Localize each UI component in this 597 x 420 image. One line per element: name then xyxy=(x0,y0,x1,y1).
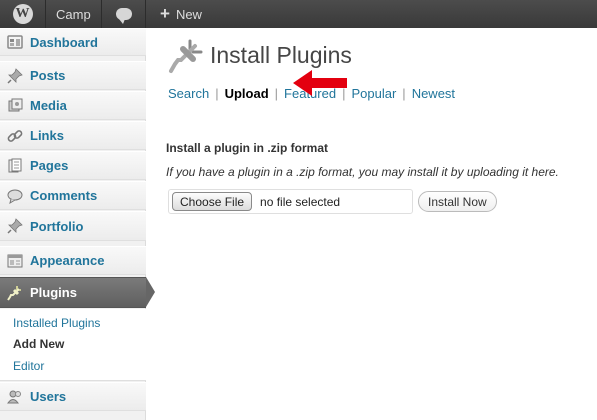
tab-upload[interactable]: Upload xyxy=(225,86,269,101)
dashboard-icon xyxy=(6,33,24,51)
comment-bubble-icon xyxy=(115,8,132,24)
upload-heading: Install a plugin in .zip format xyxy=(166,141,329,155)
tab-newest[interactable]: Newest xyxy=(412,86,455,101)
install-now-button[interactable]: Install Now xyxy=(418,191,497,212)
comments-link[interactable] xyxy=(102,0,146,28)
link-icon xyxy=(6,127,24,145)
sidebar-item-media[interactable]: Media xyxy=(0,91,146,120)
pushpin-icon xyxy=(6,67,24,85)
sidebar-item-posts[interactable]: Posts xyxy=(0,61,146,90)
admin-bar: W Camp + New xyxy=(0,0,597,28)
plug-icon xyxy=(6,284,24,302)
choose-file-button[interactable]: Choose File xyxy=(172,192,253,211)
appearance-icon xyxy=(6,252,24,270)
sidebar-item-label: Comments xyxy=(30,188,98,203)
current-menu-pointer xyxy=(146,277,155,307)
sidebar-item-plugins[interactable]: Plugins xyxy=(0,277,146,308)
site-name: Camp xyxy=(56,6,91,22)
sidebar-item-dashboard[interactable]: Dashboard xyxy=(0,28,146,56)
submenu-installed-plugins[interactable]: Installed Plugins xyxy=(13,316,100,330)
red-arrow-icon xyxy=(293,70,347,96)
plugin-icon xyxy=(168,38,204,74)
tab-separator: | xyxy=(274,86,279,101)
sidebar-item-links[interactable]: Links xyxy=(0,121,146,150)
media-icon xyxy=(6,97,24,115)
pushpin-icon xyxy=(6,217,24,235)
page-title: Install Plugins xyxy=(210,42,352,68)
sidebar-item-portfolio[interactable]: Portfolio xyxy=(0,211,146,241)
sidebar-item-label: Users xyxy=(30,389,67,404)
sidebar-item-label: Pages xyxy=(30,158,69,173)
tab-search[interactable]: Search xyxy=(168,86,209,101)
sidebar-item-label: Links xyxy=(30,128,64,143)
submenu-editor[interactable]: Editor xyxy=(13,359,44,373)
tab-popular[interactable]: Popular xyxy=(351,86,396,101)
plus-icon: + xyxy=(160,4,170,23)
plugins-submenu: Installed Plugins Add New Editor xyxy=(0,309,146,381)
pages-icon xyxy=(6,157,24,175)
plugin-zip-file-input[interactable]: Choose File no file selected xyxy=(168,189,413,214)
sidebar-item-label: Posts xyxy=(30,68,66,83)
sidebar-item-label: Appearance xyxy=(30,253,105,268)
file-status-text: no file selected xyxy=(260,194,341,209)
sidebar-item-label: Media xyxy=(30,98,67,113)
new-label: New xyxy=(175,6,202,22)
wordpress-menu[interactable]: W xyxy=(0,0,46,28)
sidebar-item-appearance[interactable]: Appearance xyxy=(0,246,146,275)
sidebar-item-label: Dashboard xyxy=(30,34,98,50)
users-icon xyxy=(6,388,24,406)
site-name-link[interactable]: Camp xyxy=(46,0,102,28)
sidebar-item-comments[interactable]: Comments xyxy=(0,181,146,210)
sidebar-item-users[interactable]: Users xyxy=(0,382,146,411)
comments-icon xyxy=(6,187,24,205)
tab-separator: | xyxy=(215,86,219,101)
submenu-add-new[interactable]: Add New xyxy=(13,337,64,351)
new-content-link[interactable]: + New xyxy=(146,0,212,28)
upload-description: If you have a plugin in a .zip format, y… xyxy=(166,165,559,179)
sidebar-item-pages[interactable]: Pages xyxy=(0,151,146,180)
sidebar-item-label: Portfolio xyxy=(30,218,84,234)
wordpress-logo-icon: W xyxy=(12,4,33,24)
admin-sidebar: Dashboard Posts Media Links Pages Commen… xyxy=(0,28,155,420)
tab-separator: | xyxy=(402,86,406,101)
sidebar-item-label: Plugins xyxy=(30,285,77,300)
